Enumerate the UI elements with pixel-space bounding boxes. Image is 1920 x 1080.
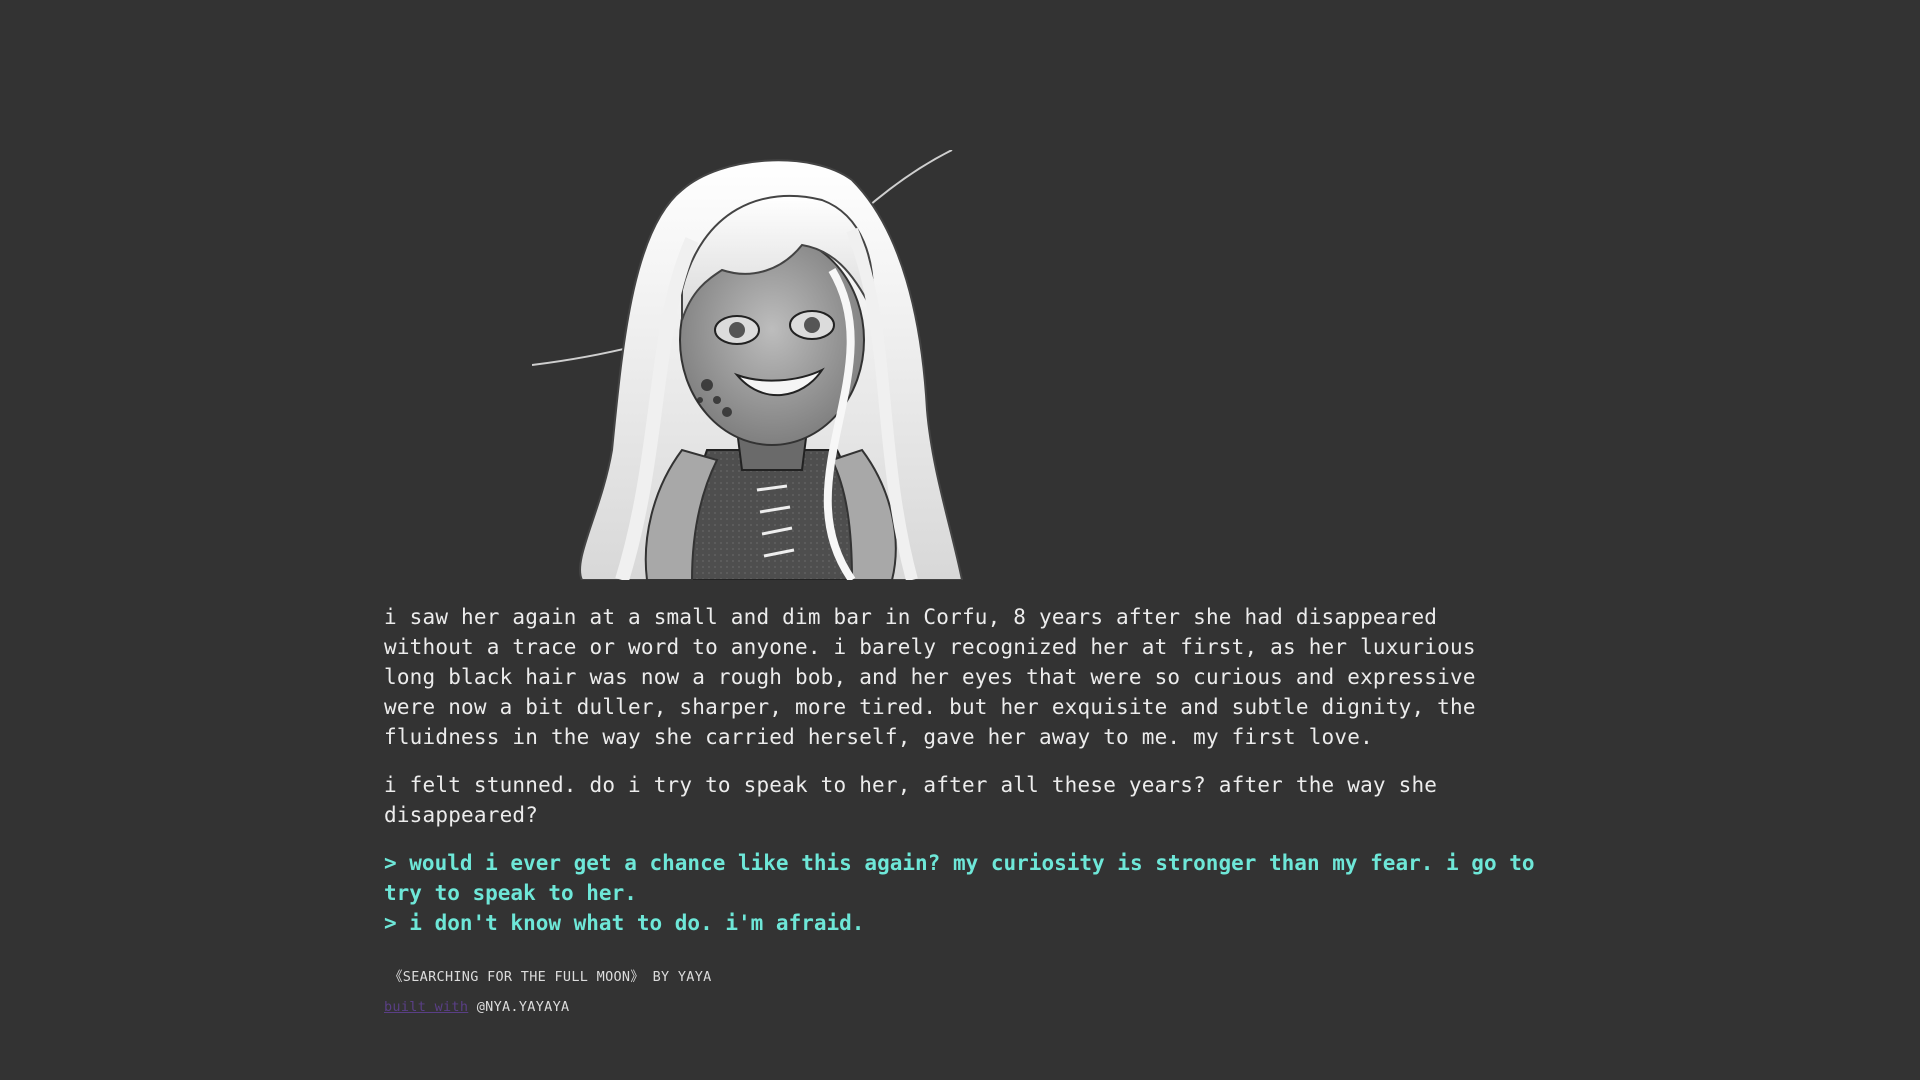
- choice-afraid[interactable]: > i don't know what to do. i'm afraid.: [384, 908, 1536, 938]
- story-container: i saw her again at a small and dim bar i…: [384, 150, 1536, 1022]
- author-handle: @NYA.YAYAYA: [476, 999, 570, 1015]
- credits: 《SEARCHING FOR THE FULL MOON》 BY YAYA bu…: [384, 962, 1536, 1022]
- credits-title: 《SEARCHING FOR THE FULL MOON》 BY YAYA: [389, 969, 712, 985]
- character-illustration: [532, 150, 964, 580]
- credits-byline: built with @NYA.YAYAYA: [384, 992, 1536, 1022]
- choice-list: > would i ever get a chance like this ag…: [384, 848, 1536, 938]
- story-paragraph: i felt stunned. do i try to speak to her…: [384, 773, 1438, 827]
- choice-speak-to-her[interactable]: > would i ever get a chance like this ag…: [384, 848, 1536, 908]
- story-paragraph: i saw her again at a small and dim bar i…: [384, 605, 1476, 749]
- engine-link[interactable]: built with: [384, 999, 468, 1015]
